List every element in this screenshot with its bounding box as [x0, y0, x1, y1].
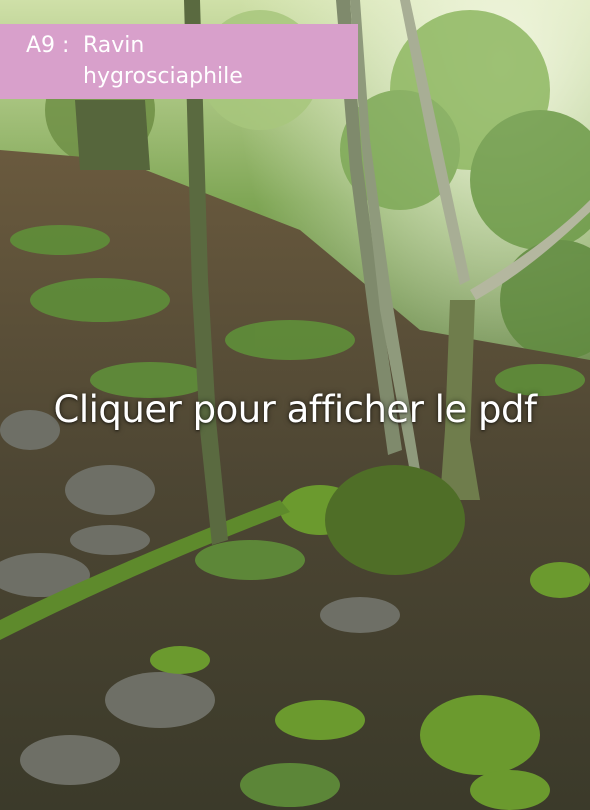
site-name-line2: hygrosciaphile	[83, 64, 243, 89]
site-title-banner: A9 : Ravin hygrosciaphile	[0, 24, 358, 99]
site-code: A9 :	[26, 33, 70, 58]
site-name-line1: Ravin	[83, 33, 145, 58]
open-pdf-link[interactable]: Cliquer pour afficher le pdf	[0, 388, 590, 431]
pdf-link-card[interactable]: A9 : Ravin hygrosciaphile Cliquer pour a…	[0, 0, 590, 810]
